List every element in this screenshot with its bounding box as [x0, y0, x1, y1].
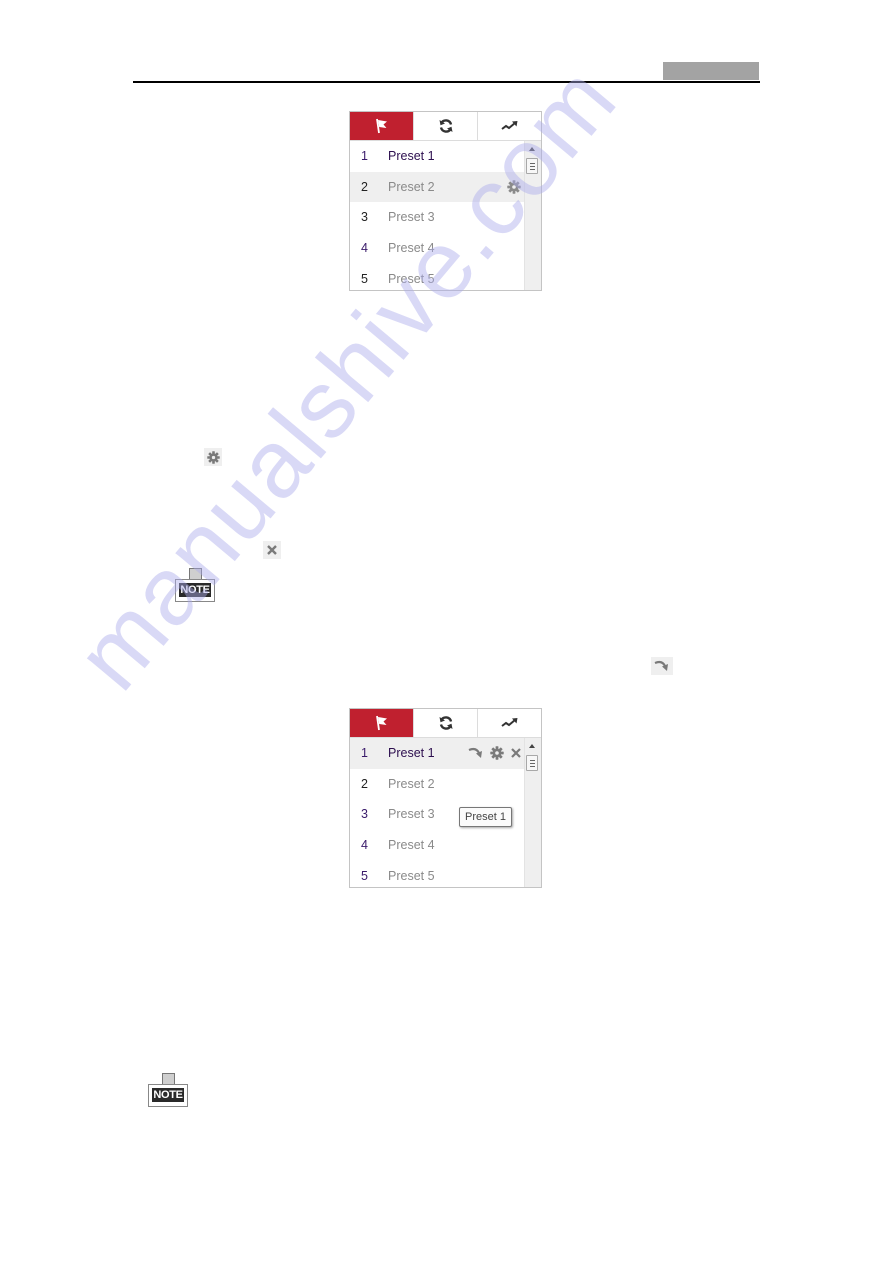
preset-name: Preset 3	[388, 807, 435, 822]
tab-pattern[interactable]	[477, 112, 541, 140]
note-icon: NOTE	[175, 568, 215, 602]
call-preset-icon[interactable]	[468, 747, 484, 759]
preset-row[interactable]: 4 Preset 4	[350, 830, 525, 861]
preset-name: Preset 2	[388, 776, 435, 791]
tab-preset[interactable]	[350, 709, 413, 737]
note-icon: NOTE	[148, 1073, 188, 1107]
scrollbar[interactable]	[524, 141, 541, 290]
flag-icon	[375, 715, 387, 731]
flag-icon	[375, 118, 387, 134]
preset-row[interactable]: 3 Preset 3	[350, 202, 525, 233]
trend-arrow-icon	[500, 718, 517, 727]
preset-panel-2: 1 Preset 1 2 Preset 2 3 Preset 3 4 Prese…	[349, 708, 542, 888]
scrollbar[interactable]	[524, 738, 541, 887]
preset-name: Preset 2	[388, 179, 435, 194]
gear-icon[interactable]	[507, 180, 521, 194]
preset-name: Preset 1	[388, 149, 435, 164]
note-label: NOTE	[152, 1088, 184, 1102]
preset-number: 4	[361, 241, 368, 256]
preset-row[interactable]: 4 Preset 4	[350, 233, 525, 264]
preset-row[interactable]: 2 Preset 2	[350, 769, 525, 800]
scroll-thumb[interactable]	[526, 755, 538, 771]
preset-number: 1	[361, 746, 368, 761]
ptz-tabs	[350, 709, 541, 738]
preset-row[interactable]: 5 Preset 5	[350, 263, 525, 290]
close-icon	[267, 545, 277, 555]
header-rule	[133, 81, 760, 83]
scroll-thumb[interactable]	[526, 158, 538, 174]
tooltip: Preset 1	[459, 807, 512, 827]
preset-row[interactable]: 5 Preset 5	[350, 860, 525, 887]
preset-row[interactable]: 1 Preset 1	[350, 738, 525, 769]
preset-number: 1	[361, 149, 368, 164]
tab-preset[interactable]	[350, 112, 413, 140]
scroll-up-arrow-icon[interactable]	[529, 744, 535, 748]
preset-row[interactable]: 2 Preset 2	[350, 171, 525, 203]
note-label: NOTE	[179, 583, 211, 597]
preset-panel-1: 1 Preset 1 2 Preset 2 3 Preset 3 4 Prese…	[349, 111, 542, 291]
tab-pattern[interactable]	[477, 709, 541, 737]
preset-name: Preset 3	[388, 210, 435, 225]
preset-number: 5	[361, 271, 368, 286]
inline-close-icon	[263, 541, 281, 559]
preset-number: 2	[361, 776, 368, 791]
preset-number: 3	[361, 807, 368, 822]
trend-arrow-icon	[500, 121, 517, 130]
inline-gear-icon	[204, 448, 222, 466]
preset-row[interactable]: 1 Preset 1	[350, 141, 525, 172]
refresh-cycle-icon	[439, 119, 452, 133]
note-card: NOTE	[148, 1084, 188, 1107]
close-icon[interactable]	[510, 747, 522, 759]
preset-name: Preset 5	[388, 868, 435, 883]
preset-list: 1 Preset 1 2 Preset 2 3 Preset 3 4 Prese…	[350, 141, 525, 290]
preset-name: Preset 1	[388, 746, 435, 761]
preset-number: 2	[361, 179, 368, 194]
header-chapter-tab	[663, 62, 759, 80]
preset-list: 1 Preset 1 2 Preset 2 3 Preset 3 4 Prese…	[350, 738, 525, 887]
ptz-tabs	[350, 112, 541, 141]
tab-patrol[interactable]	[413, 112, 477, 140]
inline-call-preset-icon	[651, 657, 673, 675]
preset-name: Preset 4	[388, 241, 435, 256]
refresh-cycle-icon	[439, 716, 452, 730]
preset-name: Preset 5	[388, 271, 435, 286]
scroll-up-arrow-icon[interactable]	[529, 147, 535, 151]
preset-number: 5	[361, 868, 368, 883]
gear-icon	[206, 450, 220, 464]
preset-number: 3	[361, 210, 368, 225]
tab-patrol[interactable]	[413, 709, 477, 737]
note-card: NOTE	[175, 579, 215, 602]
gear-icon[interactable]	[490, 746, 504, 760]
call-preset-icon	[654, 660, 668, 671]
preset-name: Preset 4	[388, 838, 435, 853]
preset-number: 4	[361, 838, 368, 853]
watermark: manualshive.com	[55, 45, 638, 710]
